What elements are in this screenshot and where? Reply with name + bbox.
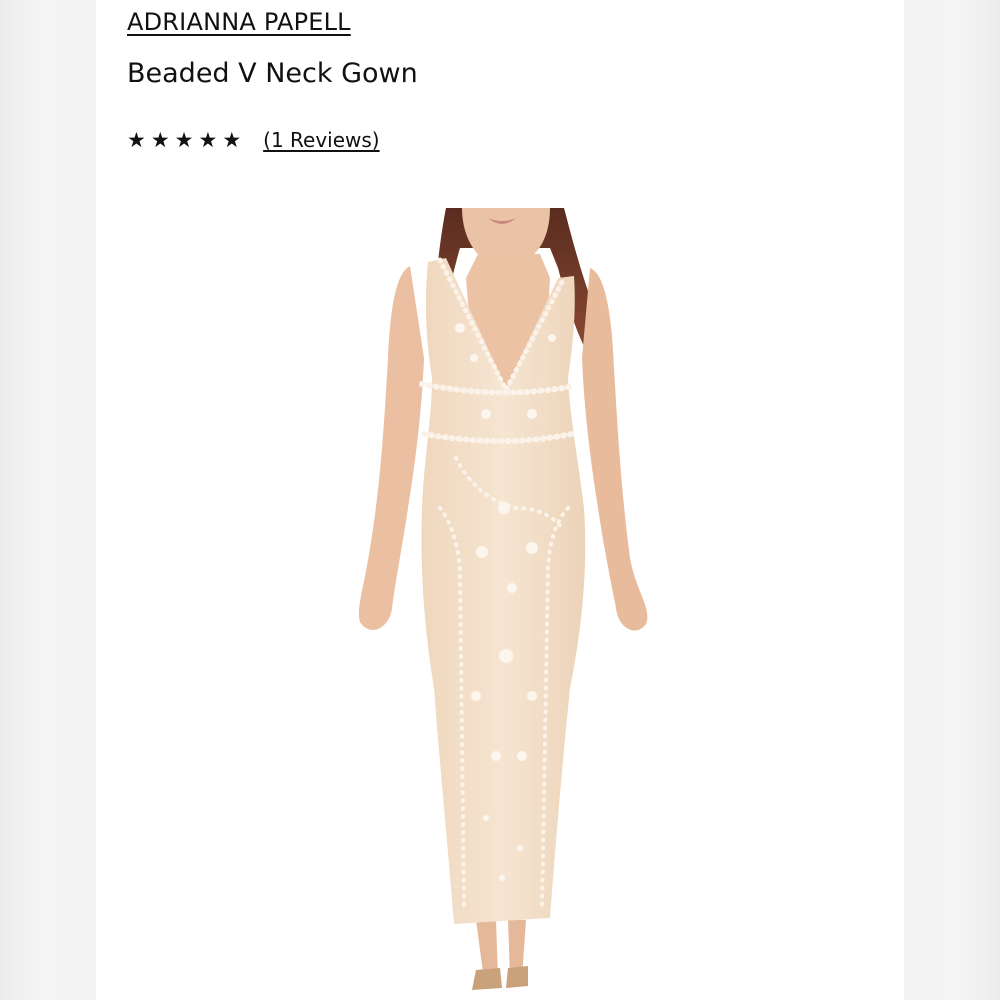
star-icon: ★ [150,127,170,152]
product-image[interactable] [336,208,666,1000]
model-shoes [472,966,528,990]
product-rating: ★ ★ ★ ★ ★ (1 Reviews) [127,128,380,152]
star-rating: ★ ★ ★ ★ ★ [127,127,242,152]
star-icon: ★ [198,127,218,152]
brand-link[interactable]: ADRIANNA PAPELL [127,8,351,36]
reviews-link[interactable]: (1 Reviews) [263,128,379,152]
product-card: ADRIANNA PAPELL Beaded V Neck Gown ★ ★ ★… [96,0,904,1000]
star-icon: ★ [174,127,194,152]
star-icon: ★ [222,127,242,152]
star-icon: ★ [127,127,146,152]
product-title: Beaded V Neck Gown [127,58,418,89]
